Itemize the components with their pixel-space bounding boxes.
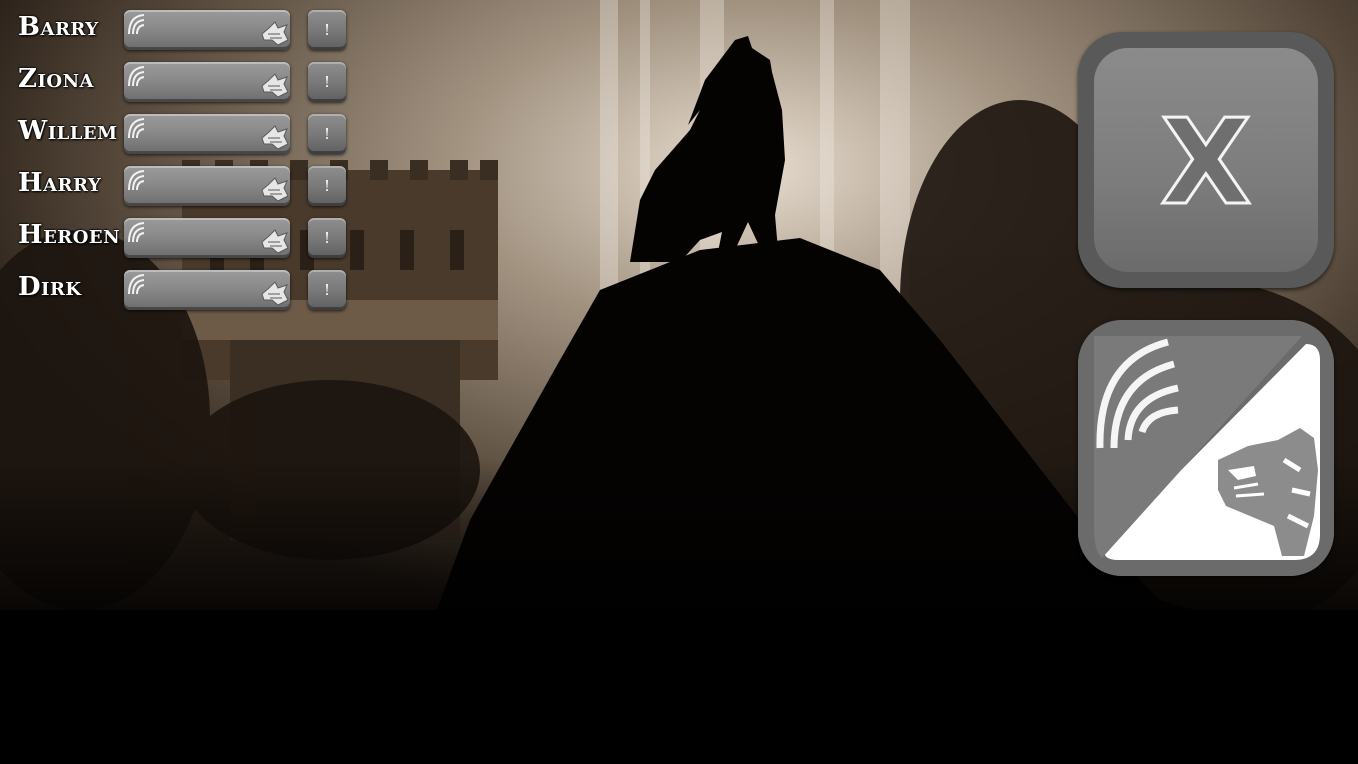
player-name: Heroen xyxy=(18,220,121,250)
close-icon: X xyxy=(1159,92,1253,233)
hunter-mark-icon xyxy=(128,66,145,87)
player-row: Harry ! xyxy=(14,166,354,208)
player-name: Harry xyxy=(18,168,102,198)
player-name: Willem xyxy=(18,116,118,146)
player-name: Dirk xyxy=(18,272,82,302)
role-bar[interactable] xyxy=(124,270,290,310)
hunter-mark-icon xyxy=(128,222,145,243)
role-toggle-button[interactable] xyxy=(1078,320,1334,576)
player-row: Barry ! xyxy=(14,10,354,52)
info-button[interactable]: ! xyxy=(308,10,346,50)
wolf-head-icon xyxy=(261,229,289,254)
hunter-mark-icon xyxy=(128,274,145,295)
player-name: Ziona xyxy=(18,64,94,94)
wolf-head-icon xyxy=(261,125,289,150)
player-row: Dirk ! xyxy=(14,270,354,312)
player-row: Willem ! xyxy=(14,114,354,156)
role-bar[interactable] xyxy=(124,218,290,258)
role-toggle-art xyxy=(1078,320,1334,576)
role-bar[interactable] xyxy=(124,114,290,154)
close-button[interactable]: X xyxy=(1078,32,1334,288)
player-row: Heroen ! xyxy=(14,218,354,260)
role-bar[interactable] xyxy=(124,10,290,50)
close-button-face: X xyxy=(1094,48,1318,272)
player-name: Barry xyxy=(18,12,99,42)
hunter-mark-icon xyxy=(128,170,145,191)
wolf-head-icon xyxy=(261,73,289,98)
hunter-mark-icon xyxy=(128,118,145,139)
info-button[interactable]: ! xyxy=(308,166,346,206)
wolf-head-icon xyxy=(261,21,289,46)
wolf-head-icon xyxy=(261,177,289,202)
info-button[interactable]: ! xyxy=(308,270,346,310)
wolf-head-icon xyxy=(261,281,289,306)
role-bar[interactable] xyxy=(124,62,290,102)
player-row: Ziona ! xyxy=(14,62,354,104)
info-button[interactable]: ! xyxy=(308,218,346,258)
hunter-mark-icon xyxy=(128,14,145,35)
role-bar[interactable] xyxy=(124,166,290,206)
info-button[interactable]: ! xyxy=(308,114,346,154)
info-button[interactable]: ! xyxy=(308,62,346,102)
